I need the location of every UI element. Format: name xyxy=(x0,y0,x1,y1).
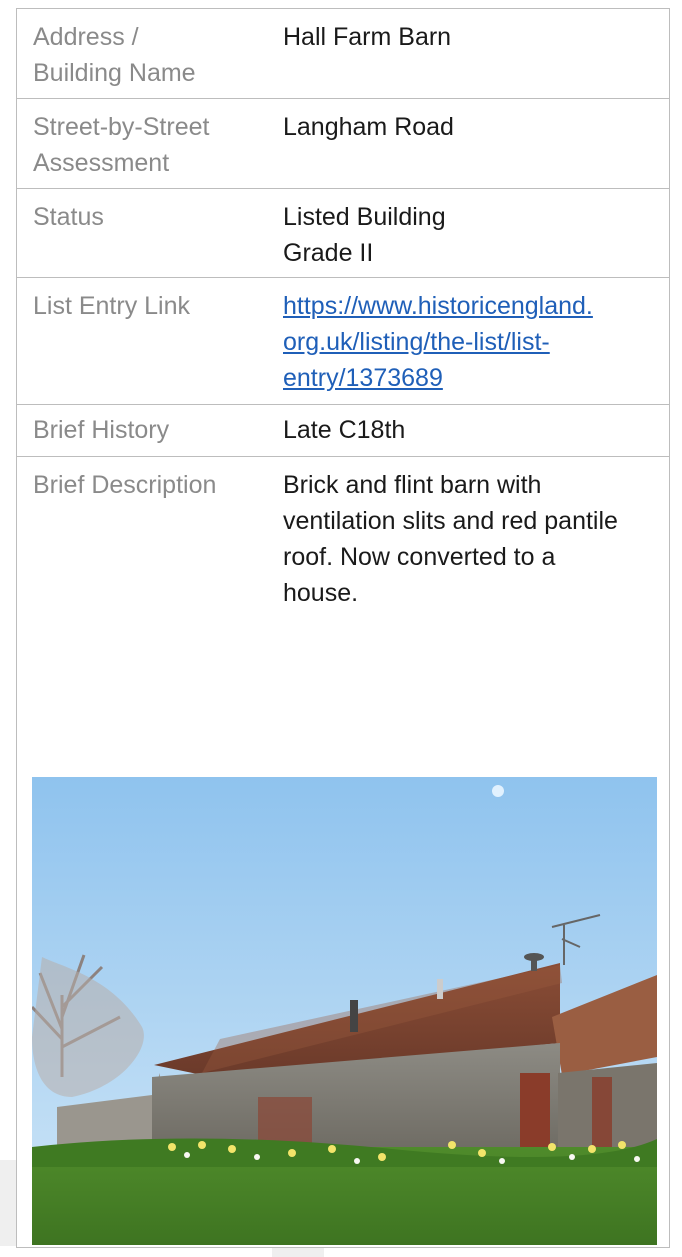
row-value-description: Brick and flint barn with ventilation sl… xyxy=(283,471,618,607)
table-row: List Entry Link https://www.historicengl… xyxy=(17,278,669,405)
list-entry-link[interactable]: https://www.historicengland. org.uk/list… xyxy=(283,292,593,392)
table-row: Brief History Late C18th xyxy=(17,405,669,457)
building-record-table: Address / Building Name Hall Farm Barn S… xyxy=(16,8,670,1248)
row-label-description: Brief Description xyxy=(33,471,217,499)
row-value-street: Langham Road xyxy=(283,113,454,141)
row-label-status: Status xyxy=(33,203,104,231)
page-edge-shade xyxy=(0,1160,16,1246)
row-label-address: Address / Building Name xyxy=(33,23,196,87)
page-edge-shade xyxy=(272,1248,324,1257)
row-value-history: Late C18th xyxy=(283,416,406,444)
row-value-status: Listed Building Grade II xyxy=(283,203,446,267)
row-label-list-entry: List Entry Link xyxy=(33,292,191,320)
table-row: Status Listed Building Grade II xyxy=(17,189,669,278)
row-label-history: Brief History xyxy=(33,416,170,444)
row-label-street: Street-by-Street Assessment xyxy=(33,113,210,177)
table-row: Street-by-Street Assessment Langham Road xyxy=(17,99,669,189)
table-row: Address / Building Name Hall Farm Barn xyxy=(17,9,669,99)
row-value-address: Hall Farm Barn xyxy=(283,23,452,51)
barn-photo xyxy=(32,777,657,1245)
